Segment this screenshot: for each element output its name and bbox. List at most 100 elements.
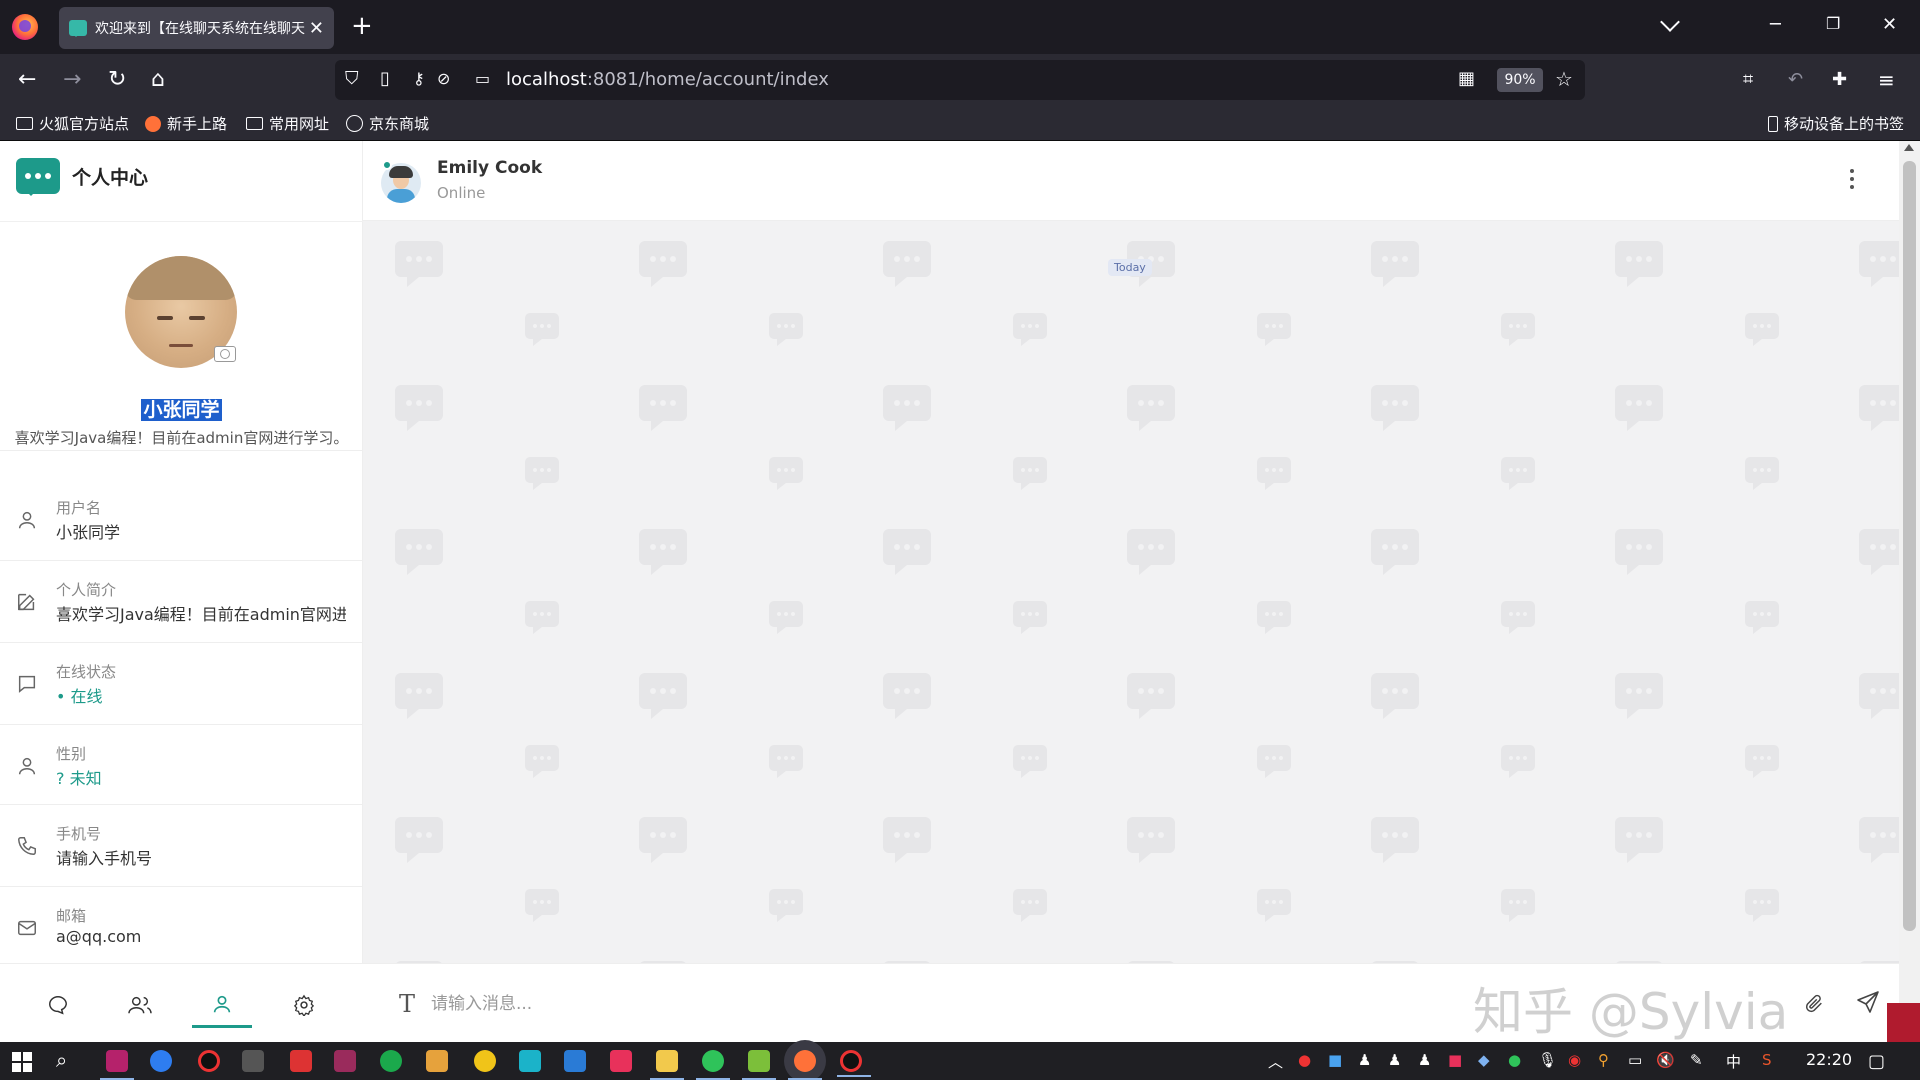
tray-weibo-icon[interactable]: ● bbox=[1298, 1051, 1311, 1069]
paperclip-icon[interactable] bbox=[1803, 992, 1825, 1016]
home-icon[interactable]: ⌂ bbox=[151, 66, 165, 94]
info-row-gender[interactable]: 性别 ? 未知 bbox=[0, 725, 363, 805]
taskbar-app-record-icon[interactable] bbox=[198, 1050, 220, 1072]
tray-chevron-up-icon[interactable]: ︿ bbox=[1268, 1051, 1283, 1072]
scroll-up-arrow-icon[interactable] bbox=[1904, 144, 1914, 151]
tray-qq-icon[interactable]: ♟ bbox=[1388, 1051, 1401, 1069]
tray-sogou-icon[interactable]: S bbox=[1762, 1051, 1772, 1069]
taskbar-app-wechat-icon[interactable] bbox=[696, 1050, 730, 1080]
send-icon[interactable] bbox=[1856, 990, 1880, 1014]
taskbar-app-sync-icon[interactable] bbox=[380, 1050, 402, 1072]
taskbar-app-browser-icon[interactable] bbox=[150, 1050, 172, 1072]
taskbar-app-notes-icon[interactable] bbox=[742, 1050, 776, 1080]
flag-badge-icon[interactable] bbox=[1887, 1003, 1920, 1042]
tray-record-icon[interactable]: ◉ bbox=[1568, 1051, 1581, 1069]
notification-icon[interactable]: ▢ bbox=[1868, 1051, 1885, 1072]
tray-pen-icon[interactable]: ✎ bbox=[1690, 1051, 1703, 1069]
taskbar-app-firefox-icon[interactable] bbox=[788, 1050, 822, 1080]
tray-microphone-icon[interactable]: 🎙 bbox=[1538, 1051, 1557, 1069]
tray-app-icon[interactable]: ◆ bbox=[1478, 1051, 1490, 1069]
taskbar-app-design-icon[interactable] bbox=[610, 1050, 632, 1072]
nav-contacts-button[interactable] bbox=[110, 982, 170, 1028]
back-arrow-icon[interactable]: ← bbox=[18, 66, 36, 94]
taskbar-app-office-icon[interactable] bbox=[290, 1050, 312, 1072]
tab-close-icon[interactable]: ✕ bbox=[309, 18, 324, 39]
tray-wechat-icon[interactable]: ● bbox=[1508, 1051, 1521, 1069]
reader-view-icon[interactable]: ▭ bbox=[475, 65, 490, 93]
firefox-logo-icon[interactable] bbox=[12, 14, 38, 40]
page-scrollbar[interactable] bbox=[1899, 141, 1920, 1042]
camera-icon[interactable] bbox=[214, 346, 236, 362]
tray-app-icon[interactable]: ■ bbox=[1328, 1051, 1342, 1069]
mobile-bookmarks[interactable]: 移动设备上的书签 bbox=[1768, 113, 1904, 134]
taskbar-app-store-icon[interactable] bbox=[519, 1050, 541, 1072]
minimize-button[interactable]: ─ bbox=[1770, 14, 1781, 35]
menu-hamburger-icon[interactable]: ≡ bbox=[1878, 66, 1895, 94]
url-bar[interactable]: ⛉ ▯ ⚷ ⊘ ▭ localhost:8081/home/account/in… bbox=[335, 60, 1585, 100]
new-tab-button[interactable]: + bbox=[351, 12, 373, 40]
screenshot-crop-icon[interactable]: ⌗ bbox=[1743, 66, 1753, 94]
qr-code-icon[interactable]: ▦ bbox=[1458, 65, 1475, 93]
forward-arrow-icon[interactable]: → bbox=[63, 66, 81, 94]
extensions-puzzle-icon[interactable]: ✚ bbox=[1832, 66, 1847, 94]
info-row-status[interactable]: 在线状态 • 在线 bbox=[0, 643, 363, 725]
search-icon[interactable]: ⌕ bbox=[56, 1048, 67, 1072]
taskbar-app-monitor-icon[interactable] bbox=[242, 1050, 264, 1072]
taskbar-app-tool-icon[interactable] bbox=[334, 1050, 356, 1072]
reload-icon[interactable]: ↻ bbox=[108, 66, 126, 94]
info-row-username[interactable]: 用户名 小张同学 bbox=[0, 479, 363, 561]
taskbar-clock[interactable]: 22:20 bbox=[1806, 1050, 1852, 1069]
date-divider: Today bbox=[1108, 259, 1152, 276]
tray-search-icon[interactable]: ⚲ bbox=[1598, 1051, 1609, 1069]
restore-button[interactable]: ❐ bbox=[1826, 14, 1840, 33]
contact-status: Online bbox=[437, 184, 486, 202]
tab-list-chevron-down-icon[interactable] bbox=[1660, 12, 1680, 32]
brand: 个人中心 bbox=[16, 158, 148, 196]
message-square-icon bbox=[18, 675, 36, 693]
info-row-email[interactable]: 邮箱 a@qq.com bbox=[0, 887, 363, 969]
taskbar-app-ide-icon[interactable] bbox=[100, 1050, 134, 1080]
url-text[interactable]: localhost:8081/home/account/index bbox=[506, 69, 829, 90]
taskbar-app-explorer-icon[interactable] bbox=[650, 1050, 684, 1080]
page-icon[interactable]: ▯ bbox=[380, 65, 390, 93]
text-format-icon[interactable]: T bbox=[399, 990, 415, 1018]
scroll-thumb[interactable] bbox=[1903, 161, 1916, 931]
taskbar-app-pycharm-icon[interactable] bbox=[564, 1050, 586, 1072]
browser-tab-active[interactable]: 欢迎来到【在线聊天系统在线聊天】 ✕ bbox=[59, 7, 334, 49]
bookmark-item[interactable]: 新手上路 bbox=[145, 113, 227, 134]
more-options-kebab-icon[interactable] bbox=[1850, 169, 1854, 189]
nav-settings-button[interactable] bbox=[274, 982, 334, 1028]
folder-icon bbox=[246, 117, 263, 130]
undo-icon[interactable]: ↶ bbox=[1788, 66, 1803, 94]
tray-qq-icon[interactable]: ♟ bbox=[1418, 1051, 1431, 1069]
shield-icon[interactable]: ⛉ bbox=[345, 65, 359, 93]
taskbar-app-recorder-icon[interactable] bbox=[837, 1050, 871, 1077]
permissions-key-icon[interactable]: ⚷ bbox=[413, 65, 425, 93]
avatar-eye bbox=[157, 316, 173, 320]
tray-volume-muted-icon[interactable]: 🔇 bbox=[1656, 1051, 1675, 1069]
tray-network-icon[interactable]: ▭ bbox=[1628, 1051, 1642, 1069]
tray-app-icon[interactable]: ■ bbox=[1448, 1051, 1462, 1069]
info-row-phone[interactable]: 手机号 请输入手机号 bbox=[0, 805, 363, 887]
zoom-level[interactable]: 90% bbox=[1497, 68, 1543, 92]
bookmark-star-icon[interactable]: ☆ bbox=[1555, 65, 1573, 93]
profile-name-text: 小张同学 bbox=[141, 399, 222, 421]
bookmarks-bar: 火狐官方站点 新手上路 常用网址 京东商城 移动设备上的书签 bbox=[0, 106, 1920, 141]
taskbar-app-chrome-icon[interactable] bbox=[474, 1050, 496, 1072]
contact-name[interactable]: Emily Cook bbox=[437, 158, 542, 178]
bookmark-item[interactable]: 火狐官方站点 bbox=[16, 113, 129, 134]
info-value: ? 未知 bbox=[56, 769, 102, 788]
taskbar-app-files-icon[interactable] bbox=[426, 1050, 448, 1072]
info-row-bio[interactable]: 个人简介 喜欢学习Java编程！目前在admin官网进行学习。 bbox=[0, 561, 363, 643]
ime-indicator[interactable]: 中 bbox=[1726, 1051, 1741, 1072]
bookmark-item[interactable]: 常用网址 bbox=[246, 113, 329, 134]
tray-qq-icon[interactable]: ♟ bbox=[1358, 1051, 1371, 1069]
nav-profile-button[interactable] bbox=[192, 982, 252, 1028]
tracking-blocked-icon[interactable]: ⊘ bbox=[437, 65, 450, 93]
close-window-button[interactable]: ✕ bbox=[1882, 14, 1897, 35]
bookmark-item[interactable]: 京东商城 bbox=[346, 113, 429, 134]
nav-chats-button[interactable] bbox=[28, 982, 88, 1028]
windows-start-icon[interactable] bbox=[12, 1052, 32, 1072]
chat-favicon-icon bbox=[69, 20, 87, 37]
message-input[interactable] bbox=[431, 986, 1631, 1022]
